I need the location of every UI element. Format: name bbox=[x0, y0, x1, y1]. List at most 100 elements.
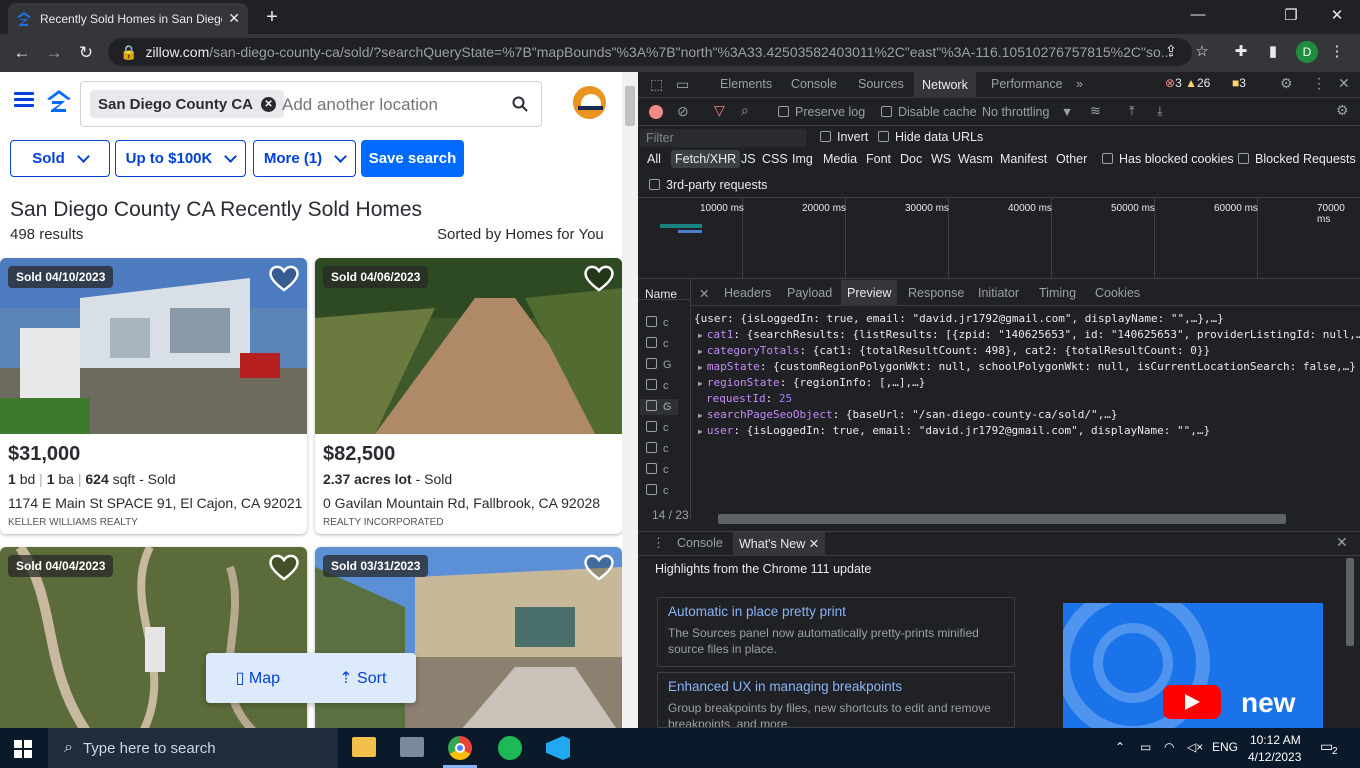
sold-filter-button[interactable]: Sold bbox=[10, 140, 110, 177]
search-icon[interactable] bbox=[512, 96, 528, 112]
request-row[interactable]: c bbox=[646, 337, 669, 350]
youtube-play-icon[interactable] bbox=[1163, 685, 1221, 719]
detail-tab-timing[interactable]: Timing bbox=[1039, 286, 1076, 300]
listing-address[interactable]: 1174 E Main St SPACE 91, El Cajon, CA 92… bbox=[8, 495, 302, 511]
volume-icon[interactable]: ◁× bbox=[1187, 740, 1203, 754]
whats-new-item[interactable]: Enhanced UX in managing breakpoints Grou… bbox=[657, 672, 1015, 728]
inspect-icon[interactable]: ⬚ bbox=[650, 76, 663, 93]
more-tabs-icon[interactable]: » bbox=[1076, 77, 1083, 91]
type-filter-manifest[interactable]: Manifest bbox=[1000, 152, 1047, 166]
detail-tab-headers[interactable]: Headers bbox=[724, 286, 771, 300]
type-filter-all[interactable]: All bbox=[647, 152, 661, 166]
type-filter-doc[interactable]: Doc bbox=[900, 152, 922, 166]
favorite-heart-icon[interactable] bbox=[267, 262, 301, 294]
search-network-icon[interactable]: ⌕ bbox=[741, 102, 749, 119]
forward-icon[interactable]: → bbox=[38, 43, 70, 63]
close-window-icon[interactable]: ✕ bbox=[1322, 6, 1352, 24]
export-har-icon[interactable]: ⤓ bbox=[1157, 103, 1163, 119]
favorite-heart-icon[interactable] bbox=[582, 551, 616, 583]
json-property[interactable]: requestId: 25 bbox=[706, 392, 792, 405]
drawer-scrollbar[interactable] bbox=[1344, 558, 1356, 728]
listing-card[interactable]: Sold 04/10/2023 $31,000 1 bd | 1 ba | 62… bbox=[0, 258, 307, 534]
page-scrollbar-thumb[interactable] bbox=[625, 86, 635, 126]
taskbar-search-box[interactable]: ⌕ Type here to search bbox=[48, 728, 338, 768]
throttling-select[interactable]: No throttling ▼ bbox=[982, 105, 1073, 119]
drawer-tab-console[interactable]: Console bbox=[677, 536, 723, 550]
json-property[interactable]: ▶ cat1: {searchResults: {listResults: [{z… bbox=[698, 328, 1360, 341]
listing-address[interactable]: 0 Gavilan Mountain Rd, Fallbrook, CA 920… bbox=[323, 495, 600, 511]
new-tab-icon[interactable]: + bbox=[262, 6, 282, 29]
type-filter-fetch-xhr[interactable]: Fetch/XHR bbox=[671, 150, 741, 168]
drawer-tab-whats-new[interactable]: What's New ✕ bbox=[733, 532, 826, 556]
whats-new-video-thumbnail[interactable]: new bbox=[1063, 603, 1323, 728]
extensions-icon[interactable]: ✚ bbox=[1230, 42, 1252, 60]
json-property[interactable]: ▶ searchPageSeoObject: {baseUrl: "/san-di… bbox=[698, 408, 1117, 421]
back-icon[interactable]: ← bbox=[6, 43, 38, 63]
request-row[interactable]: G bbox=[646, 358, 672, 371]
close-detail-icon[interactable]: ✕ bbox=[699, 286, 709, 301]
whats-new-item[interactable]: Automatic in place pretty print The Sour… bbox=[657, 597, 1015, 667]
sort-label[interactable]: Sorted by Homes for You bbox=[437, 226, 604, 243]
favorite-heart-icon[interactable] bbox=[582, 262, 616, 294]
save-search-button[interactable]: Save search bbox=[361, 140, 464, 177]
third-party-checkbox[interactable]: 3rd-party requests bbox=[649, 178, 767, 192]
invert-checkbox[interactable]: Invert bbox=[820, 130, 868, 144]
network-settings-icon[interactable]: ⚙ bbox=[1336, 102, 1349, 119]
devtools-menu-icon[interactable]: ⋮ bbox=[1312, 75, 1326, 92]
request-row[interactable]: c bbox=[646, 484, 669, 497]
has-blocked-cookies-checkbox[interactable]: Has blocked cookies bbox=[1102, 152, 1234, 166]
clock-date[interactable]: 4/12/2023 bbox=[1248, 750, 1301, 764]
restore-icon[interactable]: ❐ bbox=[1276, 6, 1306, 24]
spotify-icon[interactable] bbox=[498, 736, 522, 760]
zillow-logo-icon[interactable] bbox=[46, 89, 72, 113]
detail-tab-initiator[interactable]: Initiator bbox=[978, 286, 1019, 300]
request-row[interactable]: G bbox=[646, 400, 672, 413]
settings-gear-icon[interactable]: ⚙ bbox=[1280, 75, 1293, 92]
filter-input[interactable]: Filter bbox=[640, 129, 806, 147]
hide-data-urls-checkbox[interactable]: Hide data URLs bbox=[878, 130, 983, 144]
json-property[interactable]: ▶ categoryTotals: {cat1: {totalResultCoun… bbox=[698, 344, 1210, 357]
request-row[interactable]: c bbox=[646, 379, 669, 392]
import-har-icon[interactable]: ⤒ bbox=[1129, 103, 1135, 119]
close-whats-new-icon[interactable]: ✕ bbox=[809, 537, 819, 551]
windows-start-icon[interactable] bbox=[14, 740, 32, 758]
remove-location-icon[interactable]: ✕ bbox=[261, 96, 277, 112]
blocked-requests-checkbox[interactable]: Blocked Requests bbox=[1238, 152, 1356, 166]
add-location-input[interactable]: Add another location bbox=[282, 95, 438, 115]
json-property[interactable]: ▶ user: {isLoggedIn: true, email: "david.… bbox=[698, 424, 1210, 437]
listing-card[interactable]: Sold 04/06/2023 $82,500 2.37 acres lot -… bbox=[315, 258, 622, 534]
close-devtools-icon[interactable]: ✕ bbox=[1338, 75, 1350, 92]
file-explorer-icon[interactable] bbox=[352, 737, 376, 757]
share-icon[interactable]: ⇪ bbox=[1160, 42, 1182, 60]
detail-tab-payload[interactable]: Payload bbox=[787, 286, 832, 300]
map-button[interactable]: ▯ Map bbox=[236, 668, 280, 688]
reload-icon[interactable]: ↻ bbox=[70, 43, 102, 63]
bookmark-star-icon[interactable]: ☆ bbox=[1191, 42, 1213, 60]
type-filter-ws[interactable]: WS bbox=[931, 152, 951, 166]
tab-elements[interactable]: Elements bbox=[720, 77, 772, 91]
tab-performance[interactable]: Performance bbox=[991, 77, 1063, 91]
close-tab-icon[interactable]: ✕ bbox=[228, 10, 240, 27]
tab-sources[interactable]: Sources bbox=[858, 77, 904, 91]
request-row[interactable]: c bbox=[646, 442, 669, 455]
request-row[interactable]: c bbox=[646, 463, 669, 476]
detail-tab-cookies[interactable]: Cookies bbox=[1095, 286, 1140, 300]
whats-new-item-title[interactable]: Automatic in place pretty print bbox=[668, 604, 1004, 619]
detail-tab-response[interactable]: Response bbox=[908, 286, 964, 300]
price-filter-button[interactable]: Up to $100K bbox=[115, 140, 246, 177]
wifi-icon[interactable]: ◠ bbox=[1164, 740, 1174, 754]
json-root-line[interactable]: {user: {isLoggedIn: true, email: "david.… bbox=[694, 312, 1224, 325]
type-filter-media[interactable]: Media bbox=[823, 152, 857, 166]
whats-new-item-title[interactable]: Enhanced UX in managing breakpoints bbox=[668, 679, 1004, 694]
type-filter-other[interactable]: Other bbox=[1056, 152, 1087, 166]
error-count[interactable]: ⊗3 ▲26 bbox=[1165, 76, 1210, 90]
close-drawer-icon[interactable]: ✕ bbox=[1336, 534, 1348, 551]
issues-count[interactable]: ■3 bbox=[1232, 76, 1246, 90]
detail-tab-preview[interactable]: Preview bbox=[841, 280, 898, 306]
clear-icon[interactable]: ⊘ bbox=[677, 103, 689, 120]
tab-network[interactable]: Network bbox=[914, 72, 976, 98]
page-scrollbar[interactable] bbox=[622, 72, 638, 728]
address-bar[interactable]: 🔒 zillow.com /san-diego-county-ca/sold/?… bbox=[108, 38, 1192, 66]
sort-button[interactable]: ⇡ Sort bbox=[339, 668, 386, 688]
clock-time[interactable]: 10:12 AM bbox=[1250, 733, 1301, 747]
